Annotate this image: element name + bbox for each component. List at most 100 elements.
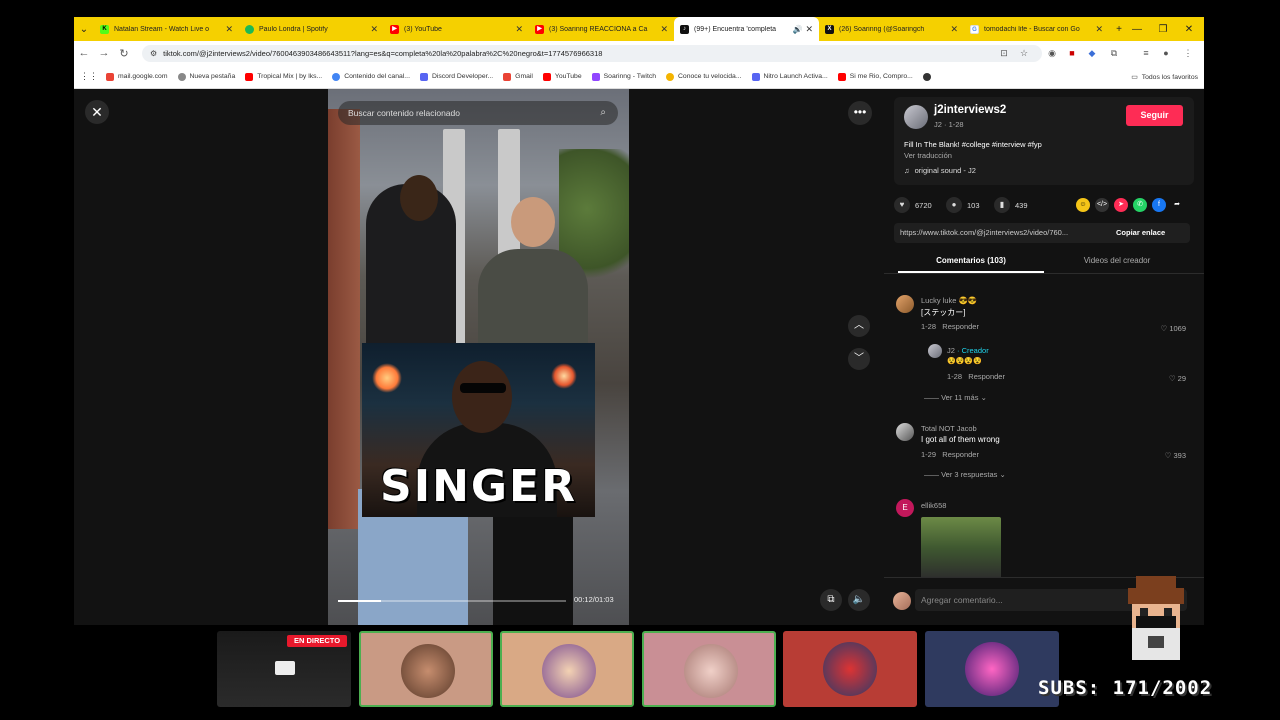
bookmark-item[interactable]: [922, 72, 935, 81]
comment-username[interactable]: J2 · Creador: [947, 346, 989, 355]
extension-icon[interactable]: ■: [1066, 47, 1078, 59]
facebook-icon[interactable]: f: [1152, 198, 1166, 212]
tab-youtube-2[interactable]: ▶ (3) Soarinng REACCIONA a Ca ✕: [529, 17, 674, 41]
copy-link-button[interactable]: Copiar enlace: [1106, 223, 1165, 243]
forward-icon[interactable]: →: [94, 47, 114, 59]
tab-search-icon[interactable]: ⌄: [74, 24, 94, 35]
author-name[interactable]: j2interviews2: [934, 104, 1006, 116]
avatar[interactable]: [904, 105, 928, 129]
menu-icon[interactable]: ⋮: [1182, 47, 1194, 59]
tab-youtube[interactable]: ▶ (3) YouTube ✕: [384, 17, 529, 41]
back-icon[interactable]: ←: [74, 47, 94, 59]
comment-likes[interactable]: ♡ 393: [1146, 451, 1186, 460]
media-icon[interactable]: ≡: [1140, 47, 1152, 59]
comment-username[interactable]: Total NOT Jacob: [921, 424, 977, 433]
close-icon[interactable]: ✕: [85, 100, 109, 124]
follow-button[interactable]: Seguir: [1126, 105, 1183, 126]
bookmark-item[interactable]: Soarinng - Twitch: [591, 72, 656, 81]
tab-comments[interactable]: Comentarios (103): [898, 249, 1044, 273]
tab-natalan[interactable]: K Natalan Stream - Watch Live o ✕: [94, 17, 239, 41]
details-panel: j2interviews2 J2 · 1-28 Seguir Fill In T…: [884, 89, 1204, 625]
video-progress-bar[interactable]: [338, 600, 566, 602]
send-icon[interactable]: ➤: [1114, 198, 1128, 212]
tab-tiktok[interactable]: ♪ (99+) Encuentra 'completa 🔊 ✕: [674, 17, 819, 41]
avatar[interactable]: E: [896, 499, 914, 517]
avatar[interactable]: [896, 295, 914, 313]
volume-icon[interactable]: 🔈: [848, 589, 870, 611]
bookmark-item[interactable]: Discord Developer...: [419, 72, 493, 81]
reload-icon[interactable]: ↻: [114, 47, 134, 60]
reply-button[interactable]: Responder: [942, 450, 979, 459]
bookmark-item[interactable]: Si me Rio, Compro...: [837, 72, 913, 81]
apps-icon[interactable]: ⋮⋮: [80, 71, 98, 82]
bookmark-item[interactable]: Contenido del canal...: [332, 72, 410, 81]
share-link-text[interactable]: https://www.tiktok.com/@j2interviews2/vi…: [900, 228, 1100, 237]
tab-creator-videos[interactable]: Videos del creador: [1044, 249, 1190, 273]
bookmark-item[interactable]: Nueva pestaña: [177, 72, 235, 81]
url-input[interactable]: ⚙ tiktok.com/@j2interviews2/video/760046…: [142, 45, 1042, 62]
address-bar: ← → ↻ ⚙ tiktok.com/@j2interviews2/video/…: [74, 41, 1204, 65]
stream-overlay: EN DIRECTO SUBS: 171/2002: [0, 625, 1280, 720]
speedtest-icon: [666, 72, 675, 81]
comment-stat[interactable]: ● 103: [946, 197, 980, 213]
emoji-share-icon[interactable]: ☺: [1076, 198, 1090, 212]
comment-username[interactable]: Lucky luke 😎😎: [921, 296, 977, 305]
extensions-puzzle-icon[interactable]: ⧉: [1108, 47, 1120, 59]
speaker-icon[interactable]: 🔊: [792, 25, 802, 34]
close-tab-icon[interactable]: ✕: [225, 24, 233, 35]
close-tab-icon[interactable]: ✕: [515, 24, 523, 35]
extension-icon[interactable]: ◆: [1086, 47, 1098, 59]
comment-likes[interactable]: ♡ 29: [1146, 374, 1186, 383]
close-tab-icon[interactable]: ✕: [370, 24, 378, 35]
close-window-icon[interactable]: ✕: [1176, 17, 1202, 41]
all-bookmarks[interactable]: ▭ Todos los favoritos: [1131, 65, 1198, 89]
comment-image[interactable]: [921, 517, 1001, 579]
view-more-replies[interactable]: —— Ver 11 más ⌄: [924, 393, 987, 402]
share-icon[interactable]: ➦: [1170, 198, 1184, 212]
avatar[interactable]: [928, 344, 942, 358]
close-tab-icon[interactable]: ✕: [950, 24, 958, 35]
sound-link[interactable]: ♫ original sound - J2: [904, 166, 976, 175]
view-more-replies[interactable]: —— Ver 3 respuestas ⌄: [924, 470, 1006, 479]
bookmark-item[interactable]: Conoce tu velocida...: [666, 72, 742, 81]
maximize-icon[interactable]: ❐: [1150, 17, 1176, 41]
comment-username[interactable]: ellik658: [921, 501, 946, 510]
avatar: [684, 644, 738, 698]
spotify-icon: [245, 24, 254, 34]
bookmark-item[interactable]: mail.google.com: [106, 72, 168, 81]
bookmark-star-icon[interactable]: ☆: [1018, 47, 1030, 59]
site-info-icon[interactable]: ⚙: [150, 49, 157, 58]
profile-icon[interactable]: ●: [1160, 47, 1172, 59]
pip-icon[interactable]: ⧉: [820, 589, 842, 611]
save-stat[interactable]: ▮ 439: [994, 197, 1028, 213]
tab-spotify[interactable]: Paulo Londra | Spotify ✕: [239, 17, 384, 41]
embed-icon[interactable]: </>: [1095, 198, 1109, 212]
install-icon[interactable]: ⊡: [998, 47, 1010, 59]
comment-likes[interactable]: ♡ 1069: [1146, 324, 1187, 333]
more-options-icon[interactable]: •••: [848, 101, 872, 125]
tab-x[interactable]: X (26) Soarinng (@Soaringch ✕: [819, 17, 964, 41]
bookmark-item[interactable]: Gmail: [503, 72, 533, 81]
related-search-input[interactable]: Buscar contenido relacionado ⌕: [338, 101, 618, 125]
reply-button[interactable]: Responder: [968, 372, 1005, 381]
close-tab-icon[interactable]: ✕: [805, 24, 813, 35]
chevron-down-icon[interactable]: ﹀: [848, 348, 870, 370]
bookmark-item[interactable]: Tropical Mix | by lks...: [245, 72, 322, 81]
twitch-icon: [591, 72, 600, 81]
video-player[interactable]: SINGER: [328, 89, 629, 625]
search-icon[interactable]: ⌕: [600, 101, 606, 125]
tab-google[interactable]: G tomodachi life - Buscar con Go ✕: [964, 17, 1109, 41]
extension-icon[interactable]: ◉: [1046, 47, 1058, 59]
close-tab-icon[interactable]: ✕: [660, 24, 668, 35]
avatar[interactable]: [896, 423, 914, 441]
comment-meta: 1-29 Responder: [921, 450, 979, 459]
minimize-icon[interactable]: —: [1124, 17, 1150, 41]
chevron-up-icon[interactable]: ︿: [848, 315, 870, 337]
bookmark-item[interactable]: YouTube: [542, 72, 582, 81]
like-stat[interactable]: ♥ 6720: [894, 197, 932, 213]
whatsapp-icon[interactable]: ✆: [1133, 198, 1147, 212]
translate-link[interactable]: Ver traducción: [904, 151, 952, 160]
close-tab-icon[interactable]: ✕: [1095, 24, 1103, 35]
reply-button[interactable]: Responder: [942, 322, 979, 331]
bookmark-item[interactable]: Nitro Launch Activa...: [751, 72, 828, 81]
